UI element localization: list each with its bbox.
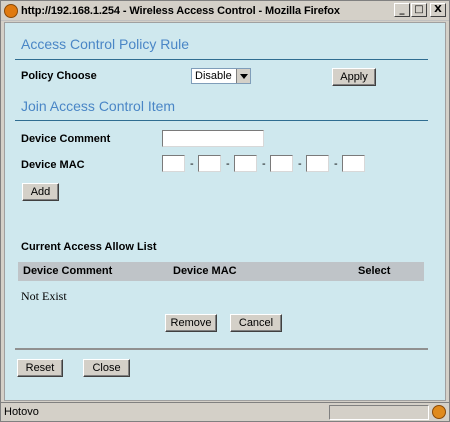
device-comment-input[interactable] <box>162 130 264 147</box>
mac-octet-4-input[interactable] <box>270 155 293 172</box>
mac-separator: - <box>190 158 194 170</box>
page-content: Access Control Policy Rule Policy Choose… <box>4 22 446 401</box>
policy-select-value: Disable <box>195 70 232 82</box>
column-device-comment: Device Comment <box>23 265 113 277</box>
window-title: http://192.168.1.254 - Wireless Access C… <box>21 4 340 17</box>
mac-octet-2-input[interactable] <box>198 155 221 172</box>
reset-button[interactable]: Reset <box>17 359 63 377</box>
window-controls: _ □ X <box>394 3 446 17</box>
mac-octet-5-input[interactable] <box>306 155 329 172</box>
firefox-icon <box>4 3 18 18</box>
allow-list-table-header: Device Comment Device MAC Select <box>18 262 424 281</box>
column-select: Select <box>358 265 391 277</box>
footer-divider <box>15 348 428 350</box>
mac-separator: - <box>226 158 230 170</box>
device-mac-label: Device MAC <box>21 159 85 171</box>
policy-select[interactable]: Disable <box>191 68 251 84</box>
close-window-button[interactable]: X <box>430 3 446 17</box>
empty-list-text: Not Exist <box>21 289 67 303</box>
column-device-mac: Device MAC <box>173 265 237 277</box>
remove-button[interactable]: Remove <box>165 314 217 332</box>
mac-separator: - <box>298 158 302 170</box>
firefox-status-icon <box>432 405 446 419</box>
policy-choose-label: Policy Choose <box>21 70 97 82</box>
mac-octet-1-input[interactable] <box>162 155 185 172</box>
maximize-button[interactable]: □ <box>411 3 427 17</box>
title-bar[interactable]: http://192.168.1.254 - Wireless Access C… <box>1 1 449 21</box>
allow-list-title: Current Access Allow List <box>21 241 157 253</box>
join-divider <box>15 120 428 121</box>
policy-divider <box>15 59 428 60</box>
mac-octet-3-input[interactable] <box>234 155 257 172</box>
mac-separator: - <box>334 158 338 170</box>
close-button[interactable]: Close <box>83 359 130 377</box>
apply-button[interactable]: Apply <box>332 68 376 86</box>
mac-separator: - <box>262 158 266 170</box>
policy-section-title: Access Control Policy Rule <box>21 36 190 52</box>
status-bar: Hotovo <box>1 402 449 421</box>
join-section-title: Join Access Control Item <box>21 98 176 114</box>
cancel-button[interactable]: Cancel <box>230 314 282 332</box>
status-panel <box>329 405 429 420</box>
chevron-down-icon[interactable] <box>236 69 250 83</box>
mac-octet-6-input[interactable] <box>342 155 365 172</box>
minimize-button[interactable]: _ <box>394 3 410 17</box>
add-button[interactable]: Add <box>22 183 59 201</box>
status-text: Hotovo <box>4 406 39 418</box>
device-comment-label: Device Comment <box>21 133 111 145</box>
browser-window: http://192.168.1.254 - Wireless Access C… <box>0 0 450 422</box>
